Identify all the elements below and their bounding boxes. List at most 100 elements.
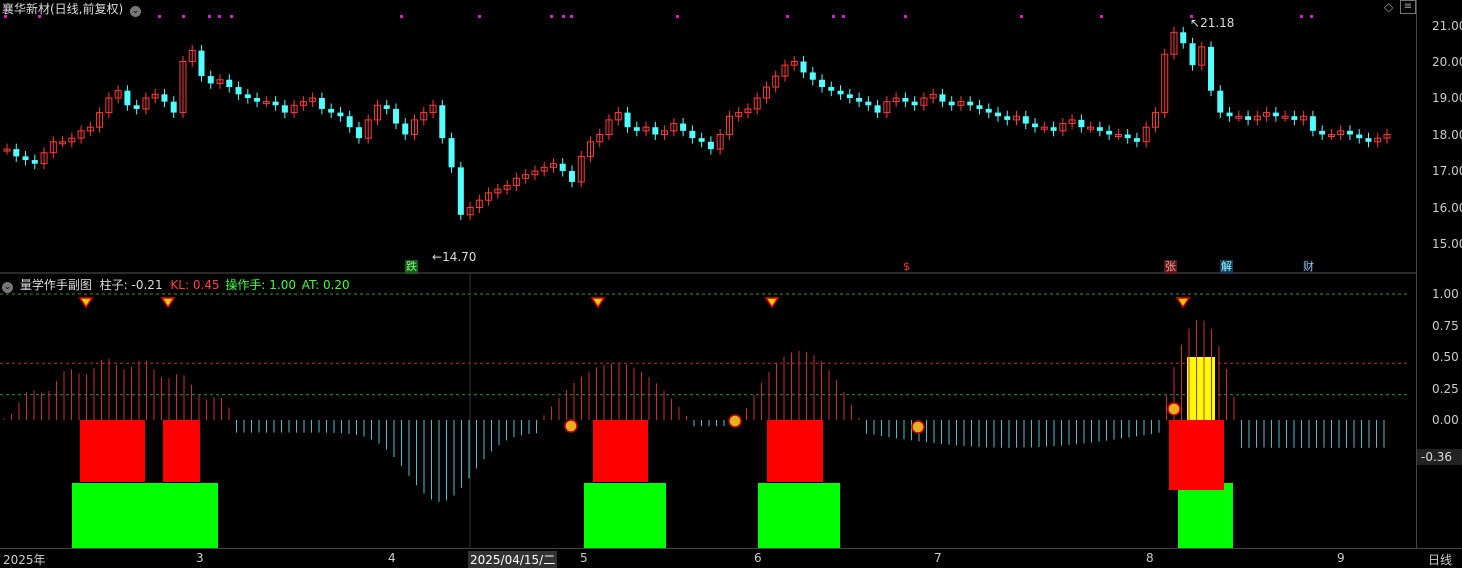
- candle-body: [161, 94, 168, 102]
- candle-body: [1124, 134, 1131, 139]
- candle-body: [995, 112, 1002, 117]
- signal-dot: [478, 15, 481, 18]
- candle-body: [939, 94, 946, 102]
- x-tick: 3: [196, 551, 204, 565]
- candle-body: [1365, 138, 1372, 142]
- candle-body: [1356, 134, 1363, 139]
- candle-body: [22, 156, 29, 161]
- candle-body: [902, 98, 909, 102]
- sell-signal-icon: [590, 297, 606, 309]
- x-tick: 4: [388, 551, 396, 565]
- candle-body: [337, 112, 344, 117]
- candle-body: [559, 163, 566, 171]
- candle-body: [346, 116, 353, 128]
- event-marker-unlock[interactable]: 解: [1220, 260, 1233, 274]
- candle-body: [439, 105, 446, 139]
- event-marker-finance[interactable]: 财: [1302, 260, 1315, 274]
- candle-body: [976, 105, 983, 109]
- candle-body: [652, 127, 659, 135]
- green-block: [758, 483, 840, 548]
- red-block: [1169, 420, 1224, 490]
- candle-body: [226, 79, 233, 88]
- sub-chart-legend: ⌄ 量学作手副图 柱子: -0.21 KL: 0.45 操作手: 1.00 AT…: [2, 276, 350, 293]
- x-tick: 6: [754, 551, 762, 565]
- event-marker-limit-up[interactable]: 张: [1164, 260, 1177, 274]
- signal-dot: [570, 15, 573, 18]
- candle-body: [1245, 116, 1252, 120]
- candle-body: [235, 87, 242, 95]
- candle-body: [1291, 116, 1298, 120]
- candle-body: [1346, 130, 1353, 135]
- candle-body: [1189, 43, 1196, 66]
- candle-body: [865, 101, 872, 106]
- candle-body: [874, 105, 881, 113]
- candle-body: [707, 141, 714, 150]
- candle-body: [819, 79, 826, 88]
- crosshair-date: 2025/04/15/二: [468, 551, 558, 568]
- candle-body: [133, 105, 140, 109]
- candle-body: [1208, 46, 1215, 91]
- signal-dot: [842, 15, 845, 18]
- event-marker-drop[interactable]: 跌: [405, 260, 418, 274]
- sell-signal-icon: [1175, 297, 1191, 309]
- candle-body: [383, 105, 390, 109]
- candle-body: [1106, 130, 1113, 135]
- sub-chart-title: 量学作手副图: [19, 278, 92, 292]
- candle-body: [837, 90, 844, 95]
- candle-body: [1180, 32, 1187, 44]
- signal-dot: [4, 15, 7, 18]
- signal-dot: [562, 15, 565, 18]
- x-tick: 5: [580, 551, 588, 565]
- signal-dot: [1310, 15, 1313, 18]
- candle-body: [1096, 127, 1103, 131]
- candle-body: [1004, 116, 1011, 120]
- chevron-down-icon[interactable]: ⌄: [2, 282, 13, 293]
- x-axis-line: [0, 548, 1462, 549]
- candle-body: [828, 87, 835, 91]
- legend-czs: 操作手: 1.00: [225, 278, 296, 292]
- signal-dot: [1100, 15, 1103, 18]
- candle-body: [1226, 112, 1233, 117]
- yellow-block: [1187, 357, 1215, 420]
- signal-dot: [786, 15, 789, 18]
- candle-body: [800, 61, 807, 73]
- signal-dot: [904, 15, 907, 18]
- signal-dot: [550, 15, 553, 18]
- candle-body: [318, 98, 325, 109]
- period-label[interactable]: 日线: [1428, 551, 1452, 568]
- signal-dot: [400, 15, 403, 18]
- red-block: [767, 420, 823, 482]
- low-price-label: ←14.70: [432, 250, 477, 264]
- legend-zhuzi: 柱子: -0.21: [99, 278, 163, 292]
- sell-signal-icon: [78, 297, 94, 309]
- signal-dot: [182, 15, 185, 18]
- legend-kl: KL: 0.45: [170, 278, 220, 292]
- candle-body: [1050, 127, 1057, 131]
- signal-dot: [832, 15, 835, 18]
- candle-body: [13, 149, 20, 157]
- candle-body: [457, 167, 464, 215]
- candle-body: [1133, 138, 1140, 142]
- candle-body: [31, 160, 38, 164]
- candle-body: [392, 108, 399, 124]
- candle-body: [1319, 130, 1326, 135]
- signal-dot: [218, 15, 221, 18]
- candle-body: [967, 101, 974, 106]
- x-tick: 7: [934, 551, 942, 565]
- candle-body: [948, 101, 955, 106]
- signal-dot: [158, 15, 161, 18]
- candle-body: [856, 98, 863, 102]
- candle-body: [1272, 112, 1279, 117]
- candle-body: [680, 123, 687, 131]
- red-block: [593, 420, 648, 482]
- candle-body: [355, 127, 362, 139]
- green-block: [584, 483, 666, 548]
- signal-dot: [38, 15, 41, 18]
- event-marker-dollar[interactable]: $: [902, 260, 911, 274]
- candle-body: [124, 90, 131, 106]
- candle-body: [1078, 119, 1085, 128]
- signal-dot: [676, 15, 679, 18]
- candle-body: [207, 76, 214, 84]
- candle-body: [170, 101, 177, 113]
- candle-body: [568, 171, 575, 182]
